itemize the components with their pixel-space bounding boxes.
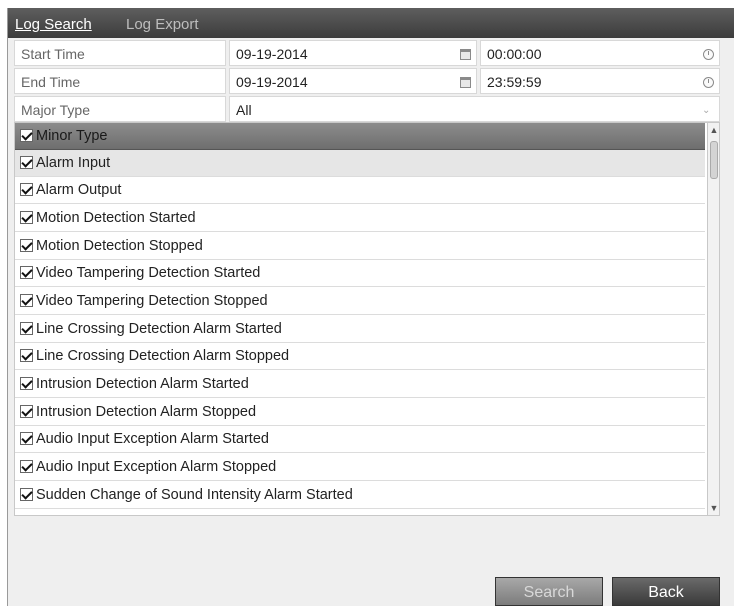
end-date-field[interactable]: 09-19-2014 bbox=[229, 68, 477, 94]
checkbox-icon[interactable] bbox=[20, 183, 33, 196]
calendar-icon[interactable] bbox=[460, 49, 471, 60]
checkbox-icon[interactable] bbox=[20, 211, 33, 224]
checkbox-icon[interactable] bbox=[20, 460, 33, 473]
list-item-label: Line Crossing Detection Alarm Stopped bbox=[36, 348, 290, 364]
major-type-row: Major Type All ⌄ bbox=[14, 96, 720, 122]
clock-icon[interactable] bbox=[703, 49, 714, 60]
chevron-down-icon: ⌄ bbox=[702, 105, 711, 116]
checkbox-icon[interactable] bbox=[20, 432, 33, 445]
minor-type-list: Minor Type Alarm Input Alarm Output Moti… bbox=[14, 122, 720, 516]
start-time-row: Start Time 09-19-2014 00:00:00 bbox=[14, 40, 720, 66]
checkbox-icon[interactable] bbox=[20, 266, 33, 279]
checkbox-icon[interactable] bbox=[20, 239, 33, 252]
checkbox-icon[interactable] bbox=[20, 405, 33, 418]
minor-type-header-label: Minor Type bbox=[36, 128, 108, 144]
clock-icon[interactable] bbox=[703, 77, 714, 88]
calendar-icon[interactable] bbox=[460, 77, 471, 88]
list-item-label: Audio Input Exception Alarm Stopped bbox=[36, 459, 277, 475]
end-time-value: 23:59:59 bbox=[487, 74, 542, 90]
list-item[interactable]: Video Tampering Detection Started bbox=[15, 260, 705, 287]
checkbox-icon[interactable] bbox=[20, 129, 33, 142]
list-item[interactable]: Audio Input Exception Alarm Stopped bbox=[15, 454, 705, 481]
list-item[interactable]: Video Tampering Detection Stopped bbox=[15, 288, 705, 315]
list-item[interactable]: Intrusion Detection Alarm Stopped bbox=[15, 399, 705, 426]
tab-log-search[interactable]: Log Search bbox=[15, 16, 92, 33]
list-item-label: Intrusion Detection Alarm Started bbox=[36, 376, 249, 392]
checkbox-icon[interactable] bbox=[20, 488, 33, 501]
tab-bar: Log Search Log Export bbox=[8, 8, 734, 38]
back-button[interactable]: Back bbox=[612, 577, 720, 606]
list-item[interactable]: Audio Input Exception Alarm Started bbox=[15, 426, 705, 453]
list-item[interactable]: Motion Detection Stopped bbox=[15, 233, 705, 260]
end-time-label: End Time bbox=[14, 68, 226, 94]
list-item-label: Motion Detection Stopped bbox=[36, 238, 203, 254]
start-time-label: Start Time bbox=[14, 40, 226, 66]
list-item[interactable]: Motion Detection Started bbox=[15, 205, 705, 232]
list-item-label: Video Tampering Detection Started bbox=[36, 265, 261, 281]
search-button[interactable]: Search bbox=[495, 577, 603, 606]
list-item[interactable]: Sudden Change of Sound Intensity Alarm S… bbox=[15, 482, 705, 509]
list-item-label: Alarm Input bbox=[36, 155, 111, 171]
list-item[interactable]: Line Crossing Detection Alarm Started bbox=[15, 316, 705, 343]
list-item[interactable]: Alarm Output bbox=[15, 177, 705, 204]
major-type-label: Major Type bbox=[14, 96, 226, 122]
major-type-select[interactable]: All ⌄ bbox=[229, 96, 720, 122]
minor-type-header[interactable]: Minor Type bbox=[15, 123, 705, 150]
end-time-row: End Time 09-19-2014 23:59:59 bbox=[14, 68, 720, 94]
list-item-label: Sudden Change of Sound Intensity Alarm S… bbox=[36, 487, 353, 503]
scroll-down-icon[interactable]: ▼ bbox=[708, 501, 719, 515]
start-date-value: 09-19-2014 bbox=[236, 46, 308, 62]
scrollbar-thumb[interactable] bbox=[710, 141, 718, 179]
start-time-field[interactable]: 00:00:00 bbox=[480, 40, 720, 66]
checkbox-icon[interactable] bbox=[20, 156, 33, 169]
list-item-label: Intrusion Detection Alarm Stopped bbox=[36, 404, 257, 420]
list-item-label: Motion Detection Started bbox=[36, 210, 196, 226]
start-time-value: 00:00:00 bbox=[487, 46, 542, 62]
start-date-field[interactable]: 09-19-2014 bbox=[229, 40, 477, 66]
scroll-up-icon[interactable]: ▲ bbox=[708, 123, 719, 137]
list-item[interactable]: Intrusion Detection Alarm Started bbox=[15, 371, 705, 398]
list-scrollbar[interactable]: ▲ ▼ bbox=[707, 123, 719, 515]
list-item-label: Line Crossing Detection Alarm Started bbox=[36, 321, 282, 337]
end-date-value: 09-19-2014 bbox=[236, 74, 308, 90]
end-time-field[interactable]: 23:59:59 bbox=[480, 68, 720, 94]
checkbox-icon[interactable] bbox=[20, 322, 33, 335]
list-item-label: Alarm Output bbox=[36, 182, 122, 198]
checkbox-icon[interactable] bbox=[20, 294, 33, 307]
list-item-label: Video Tampering Detection Stopped bbox=[36, 293, 268, 309]
list-item[interactable]: Line Crossing Detection Alarm Stopped bbox=[15, 343, 705, 370]
tab-log-export[interactable]: Log Export bbox=[126, 16, 199, 33]
list-item-label: Audio Input Exception Alarm Started bbox=[36, 431, 269, 447]
checkbox-icon[interactable] bbox=[20, 377, 33, 390]
list-item[interactable]: Alarm Input bbox=[15, 150, 705, 177]
checkbox-icon[interactable] bbox=[20, 349, 33, 362]
major-type-value: All bbox=[236, 102, 252, 118]
